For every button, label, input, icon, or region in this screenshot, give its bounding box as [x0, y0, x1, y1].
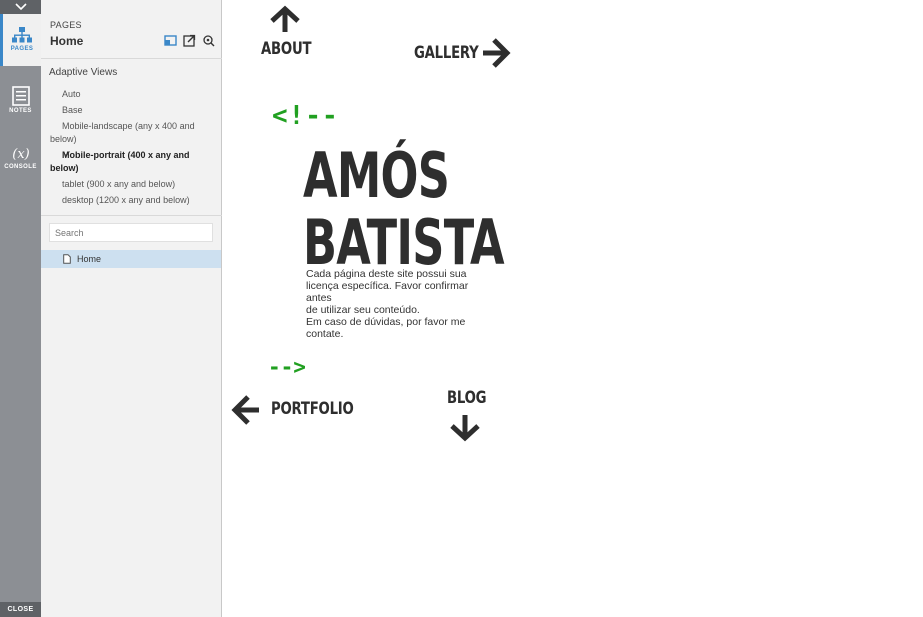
rail-tab-pages[interactable]: PAGES — [0, 14, 41, 66]
rail-tab-pages-label: PAGES — [10, 46, 34, 52]
open-page-icon[interactable] — [183, 34, 196, 47]
adaptive-views-title: Adaptive Views — [49, 67, 118, 78]
panel-divider — [41, 215, 222, 216]
code-comment-open: <!-- — [272, 101, 339, 131]
svg-text:(x): (x) — [12, 147, 29, 162]
close-button[interactable]: CLOSE — [0, 602, 41, 617]
adaptive-view-desktop[interactable]: desktop (1200 x any and below) — [50, 194, 218, 207]
panel-section-label: PAGES — [50, 20, 82, 30]
adaptive-view-icon[interactable] — [164, 34, 177, 47]
rail-tab-console[interactable]: (x) CONSOLE — [0, 132, 41, 184]
hero-title-last: BATISTA — [303, 206, 505, 279]
panel-divider — [41, 58, 222, 59]
variable-icon: (x) — [12, 147, 29, 162]
page-tree-item-label: Home — [77, 254, 102, 264]
site-description: Cada página deste site possui sua licenç… — [306, 268, 478, 340]
arrow-left-icon[interactable] — [231, 394, 261, 426]
hero-title-first: AMÓS — [303, 139, 450, 212]
notes-icon — [11, 86, 30, 106]
page-tree-item-home[interactable]: Home — [41, 250, 221, 268]
adaptive-view-mobile-landscape[interactable]: Mobile-landscape (any x 400 and below) — [50, 120, 218, 146]
code-comment-close: --> — [268, 355, 306, 379]
panel-toolbar — [164, 34, 215, 47]
nav-gallery-link[interactable]: GALLERY — [414, 43, 479, 63]
chevron-down-icon — [14, 3, 27, 11]
sitemap-icon — [12, 27, 32, 43]
pages-panel: PAGES Home Adaptive Views Auto Base Mobi… — [41, 0, 222, 617]
prototype-canvas: ABOUT GALLERY <!-- AMÓS BATISTA Cada pág… — [223, 0, 923, 617]
arrow-up-icon[interactable] — [268, 5, 302, 33]
adaptive-view-auto[interactable]: Auto — [50, 88, 218, 101]
locate-page-icon[interactable] — [202, 34, 215, 47]
collapse-button[interactable] — [0, 0, 41, 14]
site-description-text: Cada página deste site possui sua licenç… — [306, 268, 469, 340]
left-rail: PAGES NOTES (x) CONSOLE CLOSE — [0, 0, 41, 617]
rail-tab-notes[interactable]: NOTES — [0, 74, 41, 126]
arrow-right-icon[interactable] — [481, 37, 511, 69]
checkmark-icon: ✓ — [64, 149, 72, 159]
current-page-title: Home — [50, 34, 84, 48]
page-icon — [63, 254, 71, 264]
adaptive-view-base[interactable]: Base — [50, 104, 218, 117]
rail-tab-console-label: CONSOLE — [4, 164, 37, 170]
arrow-down-icon[interactable] — [448, 414, 482, 442]
rail-tab-notes-label: NOTES — [9, 108, 32, 114]
nav-portfolio-link[interactable]: PORTFOLIO — [271, 399, 354, 419]
nav-about-link[interactable]: ABOUT — [261, 39, 312, 59]
adaptive-views-list: Auto Base Mobile-landscape (any x 400 an… — [50, 88, 218, 210]
nav-blog-link[interactable]: BLOG — [447, 388, 487, 408]
page-search-input[interactable] — [49, 223, 213, 242]
adaptive-view-tablet[interactable]: tablet (900 x any and below) — [50, 178, 218, 191]
adaptive-view-mobile-portrait[interactable]: ✓ Mobile-portrait (400 x any and below) — [50, 149, 218, 175]
